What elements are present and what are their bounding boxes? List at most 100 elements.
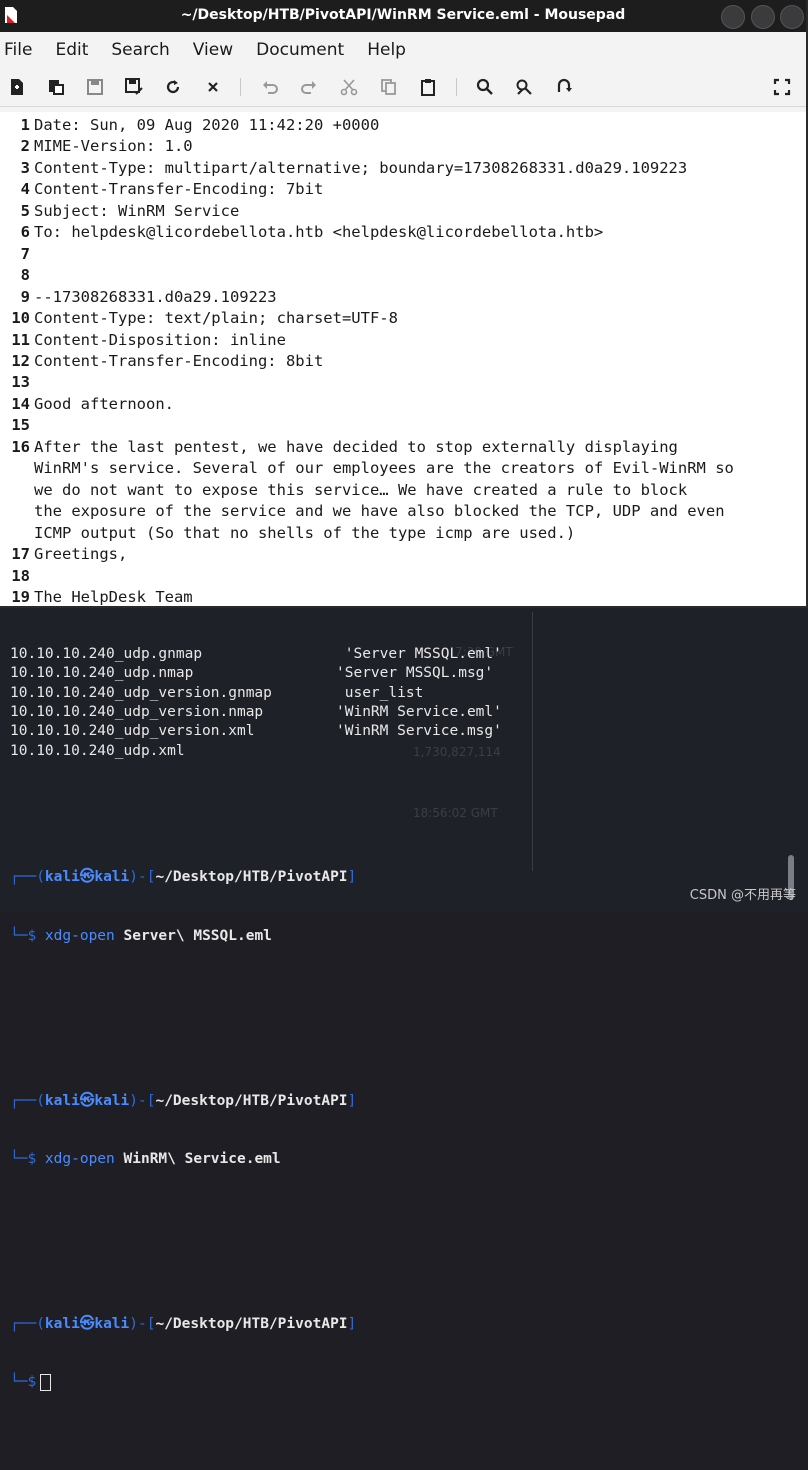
editor-content[interactable]: 1 Date: Sun, 09 Aug 2020 11:42:20 +0000 2 M…	[0, 115, 734, 606]
line-text: the exposure of the service and we have …	[34, 502, 725, 521]
save-as-icon[interactable]	[124, 77, 144, 97]
editor-line[interactable]: 10 Content-Type: text/plain; charset=UTF-…	[0, 308, 734, 329]
line-text: Date: Sun, 09 Aug 2020 11:42:20 +0000	[34, 116, 380, 134]
ls-row: 10.10.10.240_udp_version.gnmap user_list	[10, 684, 502, 703]
line-text: Content-Type: multipart/alternative; bou…	[34, 158, 688, 177]
reload-icon[interactable]	[163, 77, 183, 97]
menu-document[interactable]: Document	[256, 40, 344, 60]
line-number: 5	[20, 201, 30, 220]
close-document-icon[interactable]	[203, 77, 223, 97]
editor-line[interactable]: we do not want to expose this service… W…	[0, 480, 734, 501]
editor-line[interactable]: 3 Content-Type: multipart/alternative; bo…	[0, 158, 734, 179]
editor-line[interactable]: 18	[0, 566, 734, 587]
watermark: CSDN @不用再等	[689, 888, 796, 903]
undo-icon[interactable]	[260, 77, 280, 97]
menu-file[interactable]: File	[4, 40, 32, 60]
terminal-cursor[interactable]	[40, 1373, 52, 1391]
copy-icon[interactable]	[379, 77, 399, 97]
minimize-button[interactable]	[721, 5, 745, 29]
line-number: 8	[20, 266, 30, 285]
text-editor[interactable]: 1 Date: Sun, 09 Aug 2020 11:42:20 +0000 2 M…	[0, 112, 806, 606]
ls-file: 'WinRM Service.eml'	[336, 704, 502, 721]
paste-icon[interactable]	[418, 77, 438, 97]
editor-line[interactable]: 1 Date: Sun, 09 Aug 2020 11:42:20 +0000	[0, 115, 734, 136]
line-number: 15	[11, 416, 30, 435]
line-number: 1	[20, 116, 30, 134]
editor-line[interactable]: 12 Content-Transfer-Encoding: 8bit	[0, 351, 734, 372]
menu-view[interactable]: View	[193, 40, 233, 60]
ls-row: 10.10.10.240_udp.xml	[10, 742, 502, 761]
editor-line[interactable]: 8	[0, 265, 734, 286]
menu-bar: File Edit Search View Document Help	[0, 32, 806, 68]
ls-file: user_list	[336, 684, 424, 701]
title-bar[interactable]: ~/Desktop/HTB/PivotAPI/WinRM Service.eml…	[0, 0, 806, 32]
menu-search[interactable]: Search	[111, 40, 169, 60]
close-button[interactable]	[780, 5, 804, 29]
line-number: 4	[20, 180, 30, 199]
editor-line[interactable]: 15	[0, 415, 734, 436]
line-text: After the last pentest, we have decided …	[34, 437, 678, 456]
line-text: Greetings,	[34, 545, 128, 564]
cut-icon[interactable]	[339, 77, 359, 97]
editor-line[interactable]: the exposure of the service and we have …	[0, 501, 734, 522]
line-number: 19	[11, 587, 30, 606]
ls-file: 10.10.10.240_udp_version.gnmap	[10, 684, 272, 701]
line-text: Content-Disposition: inline	[34, 330, 286, 349]
line-text: WinRM's service. Several of our employee…	[34, 459, 734, 478]
save-icon[interactable]	[85, 77, 105, 97]
mousepad-window[interactable]: ~/Desktop/HTB/PivotAPI/WinRM Service.eml…	[0, 0, 808, 608]
new-window-icon[interactable]	[46, 77, 66, 97]
line-number: 14	[11, 394, 30, 413]
toolbar	[0, 68, 806, 107]
editor-line[interactable]: 5 Subject: WinRM Service	[0, 201, 734, 222]
line-number: 2	[20, 137, 30, 156]
prompt-1: ┌──(kali㉿kali)-[~/Desktop/HTB/PivotAPI] …	[10, 869, 357, 944]
editor-line[interactable]: 11 Content-Disposition: inline	[0, 330, 734, 351]
ls-file: 10.10.10.240_udp_version.nmap	[10, 704, 264, 721]
line-number: 18	[11, 566, 30, 585]
fullscreen-icon[interactable]	[772, 77, 792, 97]
line-number: 6	[20, 223, 30, 242]
redo-icon[interactable]	[299, 77, 319, 97]
line-text: Content-Type: text/plain; charset=UTF-8	[34, 309, 398, 328]
prompt-3: ┌──(kali㉿kali)-[~/Desktop/HTB/PivotAPI] …	[10, 1316, 357, 1391]
editor-line[interactable]: 19 The HelpDesk Team	[0, 587, 734, 606]
terminal-output: 10.10.10.240_udp.gnmap 'Server MSSQL.eml…	[10, 606, 502, 1470]
line-text: --17308268331.d0a29.109223	[34, 287, 277, 306]
line-number	[0, 458, 34, 479]
maximize-button[interactable]	[751, 5, 775, 29]
editor-line[interactable]: 13	[0, 372, 734, 393]
ls-file: 'WinRM Service.msg'	[336, 723, 502, 740]
editor-line[interactable]: 14 Good afternoon.	[0, 394, 734, 415]
go-to-line-icon[interactable]	[554, 77, 574, 97]
ls-file: 10.10.10.240_udp.gnmap	[10, 645, 203, 662]
line-text: Content-Transfer-Encoding: 7bit	[34, 180, 324, 199]
editor-line[interactable]: WinRM's service. Several of our employee…	[0, 458, 734, 479]
ls-file: 10.10.10.240_udp.xml	[10, 742, 185, 759]
window-title: ~/Desktop/HTB/PivotAPI/WinRM Service.eml…	[180, 7, 626, 23]
background-divider	[532, 612, 533, 871]
line-text: Subject: WinRM Service	[34, 201, 240, 220]
editor-line[interactable]: 16 After the last pentest, we have decide…	[0, 437, 734, 458]
editor-line[interactable]: 2 MIME-Version: 1.0	[0, 136, 734, 157]
ls-file: 'Server MSSQL.eml'	[336, 645, 502, 662]
new-document-icon[interactable]	[7, 77, 27, 97]
ls-row: 10.10.10.240_udp.gnmap 'Server MSSQL.eml…	[10, 645, 502, 664]
editor-line[interactable]: ICMP output (So that no shells of the ty…	[0, 523, 734, 544]
search-icon[interactable]	[475, 77, 495, 97]
ls-file: 10.10.10.240_udp_version.xml	[10, 723, 255, 740]
editor-line[interactable]: 17 Greetings,	[0, 544, 734, 565]
find-replace-icon[interactable]	[514, 77, 534, 97]
menu-help[interactable]: Help	[367, 40, 406, 60]
ls-row: 10.10.10.240_udp_version.nmap 'WinRM Serv…	[10, 703, 502, 722]
editor-line[interactable]: 7	[0, 244, 734, 265]
editor-line[interactable]: 4 Content-Transfer-Encoding: 7bit	[0, 179, 734, 200]
line-number	[0, 480, 34, 501]
ls-output: 10.10.10.240_udp.gnmap 'Server MSSQL.eml…	[10, 645, 502, 761]
editor-line[interactable]: 9 --17308268331.d0a29.109223	[0, 287, 734, 308]
menu-edit[interactable]: Edit	[55, 40, 88, 60]
line-text: ICMP output (So that no shells of the ty…	[34, 523, 576, 542]
line-number: 10	[11, 309, 30, 328]
line-number: 12	[11, 351, 30, 370]
editor-line[interactable]: 6 To: helpdesk@licordebellota.htb <helpde…	[0, 222, 734, 243]
